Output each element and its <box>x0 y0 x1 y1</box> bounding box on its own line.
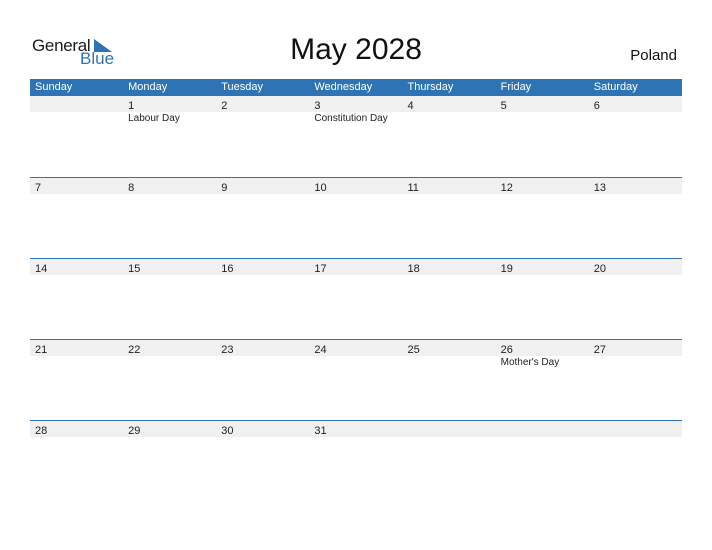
day-number: 2 <box>221 100 228 112</box>
day-cell: 23 <box>216 340 309 356</box>
day-number: 30 <box>221 425 234 437</box>
day-cell: 26 Mother's Day <box>496 340 589 368</box>
day-number: 13 <box>593 182 606 194</box>
day-cell: 20 <box>589 259 682 275</box>
day-number: 1 <box>128 100 135 112</box>
calendar-grid: Sunday Monday Tuesday Wednesday Thursday Frid… <box>30 79 682 501</box>
day-cell: 21 <box>30 340 123 356</box>
week-row: 1 Labour Day 2 3 Constitution Day 4 5 6 <box>30 96 682 177</box>
day-cell <box>403 421 496 437</box>
day-number: 20 <box>593 263 606 275</box>
holiday-label: Mother's Day <box>500 357 560 368</box>
day-number: 7 <box>35 182 42 194</box>
date-band: 21 22 23 24 25 26 Mother's Day 27 <box>30 340 682 368</box>
day-number: 9 <box>221 182 228 194</box>
day-cell: 3 Constitution Day <box>309 96 402 124</box>
day-number: 15 <box>128 263 141 275</box>
day-number: 28 <box>35 425 48 437</box>
week-row: 14 15 16 17 18 19 20 <box>30 258 682 339</box>
day-number: 18 <box>407 263 420 275</box>
day-number: 22 <box>128 344 141 356</box>
day-cell: 8 <box>123 178 216 194</box>
day-number: 12 <box>500 182 513 194</box>
date-band: 28 29 30 31 <box>30 421 682 437</box>
day-cell: 22 <box>123 340 216 356</box>
day-cell: 9 <box>216 178 309 194</box>
day-number: 14 <box>35 263 48 275</box>
day-number: 11 <box>407 182 419 194</box>
date-band: 14 15 16 17 18 19 20 <box>30 259 682 275</box>
holiday-label: Constitution Day <box>314 113 388 124</box>
day-number: 21 <box>35 344 48 356</box>
week-row: 21 22 23 24 25 26 Mother's Day 27 <box>30 339 682 420</box>
weekday-header: Sunday Monday Tuesday Wednesday Thursday Frid… <box>30 79 682 96</box>
weekday-saturday: Saturday <box>593 81 638 93</box>
weekday-sunday: Sunday <box>35 81 73 93</box>
weekday-friday: Friday <box>500 81 532 93</box>
date-band: 7 8 9 10 11 12 13 <box>30 178 682 194</box>
day-cell <box>30 96 123 112</box>
day-cell <box>496 421 589 437</box>
day-number: 24 <box>314 344 327 356</box>
holiday-label: Labour Day <box>128 113 180 124</box>
day-cell: 6 <box>589 96 682 112</box>
day-cell: 2 <box>216 96 309 112</box>
day-cell: 5 <box>496 96 589 112</box>
day-number: 19 <box>500 263 513 275</box>
day-number: 8 <box>128 182 135 194</box>
weekday-wednesday: Wednesday <box>314 81 373 93</box>
day-number: 27 <box>593 344 606 356</box>
weekday-monday: Monday <box>128 81 168 93</box>
day-cell: 17 <box>309 259 402 275</box>
day-cell: 24 <box>309 340 402 356</box>
weekday-tuesday: Tuesday <box>221 81 264 93</box>
day-cell: 11 <box>403 178 496 194</box>
day-number: 3 <box>314 100 321 112</box>
day-cell: 25 <box>403 340 496 356</box>
day-number: 29 <box>128 425 141 437</box>
day-cell: 7 <box>30 178 123 194</box>
day-number: 6 <box>593 100 600 112</box>
day-cell: 19 <box>496 259 589 275</box>
week-row: 7 8 9 10 11 12 13 <box>30 177 682 258</box>
day-cell: 27 <box>589 340 682 356</box>
day-cell <box>589 421 682 437</box>
day-cell: 15 <box>123 259 216 275</box>
day-cell: 14 <box>30 259 123 275</box>
week-row: 28 29 30 31 <box>30 420 682 501</box>
day-cell: 1 Labour Day <box>123 96 216 124</box>
day-cell: 28 <box>30 421 123 437</box>
day-number: 31 <box>314 425 327 437</box>
day-number: 5 <box>500 100 507 112</box>
page-title: May 2028 <box>290 33 422 66</box>
day-cell: 13 <box>589 178 682 194</box>
day-cell: 18 <box>403 259 496 275</box>
day-number: 4 <box>407 100 414 112</box>
day-cell: 29 <box>123 421 216 437</box>
day-number: 10 <box>314 182 327 194</box>
day-number: 26 <box>500 344 513 356</box>
day-cell: 4 <box>403 96 496 112</box>
weekday-thursday: Thursday <box>407 81 454 93</box>
day-cell: 12 <box>496 178 589 194</box>
date-band: 1 Labour Day 2 3 Constitution Day 4 5 6 <box>30 96 682 124</box>
day-cell: 10 <box>309 178 402 194</box>
day-number: 16 <box>221 263 234 275</box>
day-cell: 16 <box>216 259 309 275</box>
country-label: Poland <box>630 47 677 64</box>
day-number: 23 <box>221 344 234 356</box>
day-cell: 31 <box>309 421 402 437</box>
day-number: 17 <box>314 263 327 275</box>
day-number: 25 <box>407 344 420 356</box>
day-cell: 30 <box>216 421 309 437</box>
